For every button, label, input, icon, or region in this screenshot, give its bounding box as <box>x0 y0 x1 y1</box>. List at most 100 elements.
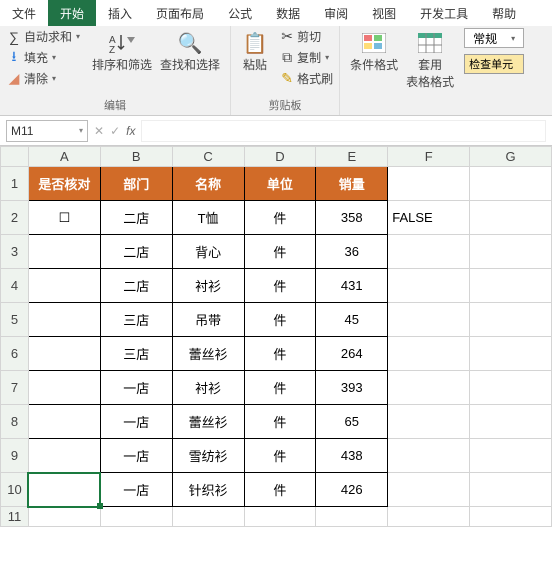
header-check[interactable]: 是否核对 <box>28 167 100 201</box>
col-head-G[interactable]: G <box>470 147 552 167</box>
cell-A5[interactable] <box>28 303 100 337</box>
cell-E6[interactable]: 264 <box>316 337 388 371</box>
copy-button[interactable]: ⧉ 复制 ▾ <box>279 49 333 66</box>
cell-D11[interactable] <box>244 507 316 527</box>
cell-G3[interactable] <box>470 235 552 269</box>
check-cell-button[interactable]: 检查单元 <box>464 54 524 74</box>
tab-file[interactable]: 文件 <box>0 0 48 26</box>
cell-G6[interactable] <box>470 337 552 371</box>
tab-help[interactable]: 帮助 <box>480 0 528 26</box>
find-select-button[interactable]: 🔍 查找和选择 <box>156 28 224 73</box>
cell-E7[interactable]: 393 <box>316 371 388 405</box>
fill-button[interactable]: ⭳ 填充 ▾ <box>6 49 80 66</box>
format-painter-button[interactable]: ✎ 格式刷 <box>279 70 333 87</box>
tab-home[interactable]: 开始 <box>48 0 96 26</box>
cell-E2[interactable]: 358 <box>316 201 388 235</box>
cell-D10[interactable]: 件 <box>244 473 316 507</box>
cell-G4[interactable] <box>470 269 552 303</box>
cell-F8[interactable] <box>388 405 470 439</box>
col-head-D[interactable]: D <box>244 147 316 167</box>
cell-D9[interactable]: 件 <box>244 439 316 473</box>
cell-G8[interactable] <box>470 405 552 439</box>
cell-D8[interactable]: 件 <box>244 405 316 439</box>
cell-E3[interactable]: 36 <box>316 235 388 269</box>
name-box[interactable]: M11 ▾ <box>6 120 88 142</box>
cell-F9[interactable] <box>388 439 470 473</box>
row-head-10[interactable]: 10 <box>1 473 29 507</box>
cell-F5[interactable] <box>388 303 470 337</box>
cell-A11[interactable] <box>28 507 100 527</box>
cell-G11[interactable] <box>470 507 552 527</box>
col-head-C[interactable]: C <box>172 147 244 167</box>
cell-E4[interactable]: 431 <box>316 269 388 303</box>
paste-button[interactable]: 📋 粘贴 <box>237 28 273 73</box>
tab-review[interactable]: 审阅 <box>312 0 360 26</box>
cell-E8[interactable]: 65 <box>316 405 388 439</box>
row-head-11[interactable]: 11 <box>1 507 29 527</box>
cell-A4[interactable] <box>28 269 100 303</box>
cell-F10[interactable] <box>388 473 470 507</box>
cell-C7[interactable]: 衬衫 <box>172 371 244 405</box>
cell-B5[interactable]: 三店 <box>100 303 172 337</box>
cell-G9[interactable] <box>470 439 552 473</box>
cell-E11[interactable] <box>316 507 388 527</box>
col-head-A[interactable]: A <box>28 147 100 167</box>
header-unit[interactable]: 单位 <box>244 167 316 201</box>
row-head-3[interactable]: 3 <box>1 235 29 269</box>
fx-icon[interactable]: fx <box>126 124 135 138</box>
cell-F11[interactable] <box>388 507 470 527</box>
cell-B4[interactable]: 二店 <box>100 269 172 303</box>
cell-C4[interactable]: 衬衫 <box>172 269 244 303</box>
select-all-corner[interactable] <box>1 147 29 167</box>
row-head-7[interactable]: 7 <box>1 371 29 405</box>
tab-dev[interactable]: 开发工具 <box>408 0 480 26</box>
cut-button[interactable]: ✂ 剪切 <box>279 28 333 45</box>
row-head-5[interactable]: 5 <box>1 303 29 337</box>
cell-A9[interactable] <box>28 439 100 473</box>
conditional-format-button[interactable]: 条件格式 <box>346 28 402 73</box>
tab-view[interactable]: 视图 <box>360 0 408 26</box>
cell-C9[interactable]: 雪纺衫 <box>172 439 244 473</box>
cell-C11[interactable] <box>172 507 244 527</box>
cell-G2[interactable] <box>470 201 552 235</box>
header-qty[interactable]: 销量 <box>316 167 388 201</box>
cell-A2[interactable]: ☐ <box>28 201 100 235</box>
cell-C2[interactable]: T恤 <box>172 201 244 235</box>
cell-A10[interactable] <box>28 473 100 507</box>
cell-D5[interactable]: 件 <box>244 303 316 337</box>
cell-A6[interactable] <box>28 337 100 371</box>
cell-B11[interactable] <box>100 507 172 527</box>
enter-formula-icon[interactable]: ✓ <box>110 124 120 138</box>
row-head-2[interactable]: 2 <box>1 201 29 235</box>
row-head-9[interactable]: 9 <box>1 439 29 473</box>
cell-G10[interactable] <box>470 473 552 507</box>
cell-F3[interactable] <box>388 235 470 269</box>
formula-input[interactable] <box>141 120 546 142</box>
header-dept[interactable]: 部门 <box>100 167 172 201</box>
row-head-4[interactable]: 4 <box>1 269 29 303</box>
cell-C6[interactable]: 蕾丝衫 <box>172 337 244 371</box>
cell-A8[interactable] <box>28 405 100 439</box>
cell-D6[interactable]: 件 <box>244 337 316 371</box>
cell-B10[interactable]: 一店 <box>100 473 172 507</box>
cell-E9[interactable]: 438 <box>316 439 388 473</box>
clear-button[interactable]: ◢ 清除 ▾ <box>6 70 80 87</box>
col-head-F[interactable]: F <box>388 147 470 167</box>
cell-C3[interactable]: 背心 <box>172 235 244 269</box>
table-format-button[interactable]: 套用 表格格式 <box>402 28 458 90</box>
tab-insert[interactable]: 插入 <box>96 0 144 26</box>
cell-F2[interactable]: FALSE <box>388 201 470 235</box>
header-name[interactable]: 名称 <box>172 167 244 201</box>
cancel-formula-icon[interactable]: ✕ <box>94 124 104 138</box>
cell-D4[interactable]: 件 <box>244 269 316 303</box>
col-head-E[interactable]: E <box>316 147 388 167</box>
tab-data[interactable]: 数据 <box>264 0 312 26</box>
autosum-button[interactable]: ∑ 自动求和 ▾ <box>6 28 80 45</box>
cell-F4[interactable] <box>388 269 470 303</box>
cell-B2[interactable]: 二店 <box>100 201 172 235</box>
number-format-select[interactable]: 常规 ▾ <box>464 28 524 48</box>
cell-G1[interactable] <box>470 167 552 201</box>
cell-F6[interactable] <box>388 337 470 371</box>
sort-filter-button[interactable]: AZ 排序和筛选 <box>88 28 156 73</box>
col-head-B[interactable]: B <box>100 147 172 167</box>
